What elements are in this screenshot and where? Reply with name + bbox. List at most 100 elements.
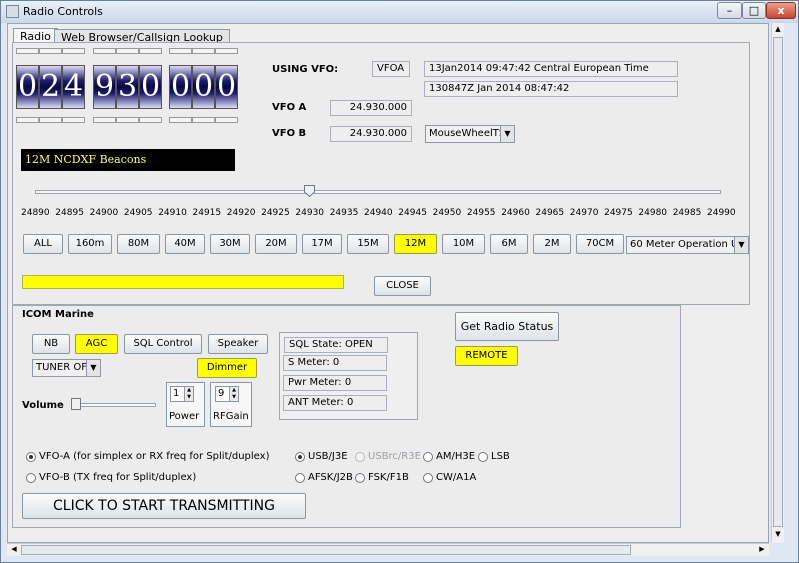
rfgain-spinner[interactable]: 9 ▲ ▼ — [215, 386, 239, 402]
frequency-tick-label: 24945 — [398, 208, 427, 218]
frequency-tick-label: 24890 — [21, 208, 50, 218]
vfo-b-label: VFO B — [272, 128, 307, 139]
scroll-up-icon[interactable]: ▲ — [773, 25, 783, 35]
maximize-button[interactable]: □ — [742, 2, 766, 19]
power-spinner[interactable]: 1 ▲ ▼ — [170, 386, 194, 402]
close-button[interactable]: CLOSE — [374, 276, 431, 296]
digit-up-button[interactable] — [16, 48, 39, 54]
scroll-left-icon[interactable]: ◀ — [9, 545, 19, 555]
digit-up-button[interactable] — [39, 48, 62, 54]
frequency-digit[interactable]: 2 — [39, 65, 62, 109]
frequency-digit[interactable]: 0 — [139, 65, 162, 109]
digit-up-button[interactable] — [169, 48, 192, 54]
digit-up-button[interactable] — [139, 48, 162, 54]
sql-control-button[interactable]: SQL Control — [124, 334, 202, 354]
scroll-right-icon[interactable]: ▶ — [757, 545, 767, 555]
remote-button[interactable]: REMOTE — [455, 346, 518, 366]
using-vfo-label: USING VFO: — [272, 64, 339, 75]
mode-lsb-radio[interactable] — [478, 452, 488, 462]
frequency-digit[interactable]: 3 — [116, 65, 139, 109]
rfgain-control: 9 ▲ ▼ RFGain — [210, 382, 252, 427]
spinner-down-icon[interactable]: ▼ — [184, 394, 193, 401]
vfo-b-radio[interactable] — [26, 473, 36, 483]
frequency-tick-label: 24935 — [329, 208, 359, 218]
digit-down-button[interactable] — [139, 117, 162, 123]
digit-down-button[interactable] — [116, 117, 139, 123]
band-button-70cm[interactable]: 70CM — [576, 234, 624, 254]
spinner-down-icon[interactable]: ▼ — [229, 394, 238, 401]
band-button-all[interactable]: ALL — [23, 234, 63, 254]
band-button-15m[interactable]: 15M — [347, 234, 389, 254]
utc-datetime: 130847Z Jan 2014 08:47:42 — [424, 81, 678, 97]
dimmer-button[interactable]: Dimmer — [197, 358, 257, 378]
band-button-80m[interactable]: 80M — [117, 234, 160, 254]
vfo-a-label: VFO A — [272, 102, 307, 113]
horizontal-scroll-thumb[interactable] — [21, 545, 631, 555]
vfo-a-label: VFO-A (for simplex or RX freq for Split/… — [39, 451, 270, 462]
frequency-digit[interactable]: 4 — [62, 65, 85, 109]
digit-down-button[interactable] — [16, 117, 39, 123]
get-radio-status-button[interactable]: Get Radio Status — [455, 312, 559, 341]
speaker-button[interactable]: Speaker — [208, 334, 268, 354]
mode-am-h3e-radio[interactable] — [423, 452, 433, 462]
volume-label: Volume — [22, 400, 64, 411]
digit-down-button[interactable] — [39, 117, 62, 123]
band-button-2m[interactable]: 2M — [533, 234, 571, 254]
nb-button[interactable]: NB — [32, 334, 70, 354]
mode-usb-j3e-radio[interactable] — [295, 452, 305, 462]
close-window-button[interactable]: x — [766, 2, 796, 19]
volume-slider-thumb[interactable] — [71, 398, 81, 410]
digit-down-button[interactable] — [169, 117, 192, 123]
band-button-12m[interactable]: 12M — [394, 234, 437, 254]
digit-up-button[interactable] — [192, 48, 215, 54]
using-vfo-value: VFOA — [372, 61, 410, 77]
tuning-mode-select[interactable]: MouseWheelTS ▼ — [425, 125, 515, 143]
frequency-tick-label: 24950 — [432, 208, 462, 218]
band-button-6m[interactable]: 6M — [490, 234, 528, 254]
band-button-17m[interactable]: 17M — [302, 234, 342, 254]
tuner-select[interactable]: TUNER OFF ▼ — [32, 359, 101, 377]
digit-up-button[interactable] — [116, 48, 139, 54]
spinner-up-icon[interactable]: ▲ — [229, 387, 238, 394]
digit-up-button[interactable] — [93, 48, 116, 54]
frequency-digit[interactable]: 0 — [169, 65, 192, 109]
mode-fsk-f1b-radio[interactable] — [355, 473, 365, 483]
start-transmitting-button[interactable]: CLICK TO START TRANSMITTING — [22, 493, 306, 519]
mode-afsk-j2b-radio[interactable] — [295, 473, 305, 483]
digit-up-button[interactable] — [62, 48, 85, 54]
frequency-digit[interactable]: 0 — [16, 65, 39, 109]
frequency-tick-label: 24985 — [672, 208, 702, 218]
digit-down-button[interactable] — [192, 117, 215, 123]
chevron-down-icon: ▼ — [500, 126, 514, 142]
title-bar[interactable]: Radio Controls – □ x — [1, 1, 798, 23]
agc-button[interactable]: AGC — [75, 334, 118, 354]
station-label: 12M NCDXF Beacons — [21, 149, 235, 171]
scroll-down-icon[interactable]: ▼ — [773, 530, 783, 540]
minimize-button[interactable]: – — [717, 2, 742, 19]
vertical-scroll-thumb[interactable] — [773, 37, 783, 527]
band-button-10m[interactable]: 10M — [442, 234, 485, 254]
horizontal-scrollbar[interactable]: ◀ ▶ — [7, 543, 769, 556]
frequency-tick-label: 24905 — [123, 208, 153, 218]
digit-down-button[interactable] — [215, 117, 238, 123]
frequency-slider-track[interactable] — [35, 190, 721, 194]
band-button-20m[interactable]: 20M — [255, 234, 297, 254]
mode-cw-a1a-radio[interactable] — [423, 473, 433, 483]
volume-slider-track[interactable] — [74, 403, 156, 407]
digit-down-button[interactable] — [62, 117, 85, 123]
mode-usbrc-r3e-label: USBrc/R3E — [368, 451, 421, 462]
frequency-tick-label: 24900 — [89, 208, 119, 218]
frequency-slider-thumb[interactable] — [304, 185, 316, 198]
band-button-40m[interactable]: 40M — [165, 234, 205, 254]
frequency-digit[interactable]: 0 — [215, 65, 238, 109]
frequency-digit[interactable]: 9 — [93, 65, 116, 109]
band-button-30m[interactable]: 30M — [210, 234, 250, 254]
spinner-up-icon[interactable]: ▲ — [184, 387, 193, 394]
vertical-scrollbar[interactable]: ▲ ▼ — [771, 23, 784, 543]
vfo-a-radio[interactable] — [26, 452, 36, 462]
digit-up-button[interactable] — [215, 48, 238, 54]
operation-select[interactable]: 60 Meter Operation USB ▼ — [626, 236, 749, 254]
band-button-160m[interactable]: 160m — [68, 234, 112, 254]
frequency-digit[interactable]: 0 — [192, 65, 215, 109]
digit-down-button[interactable] — [93, 117, 116, 123]
